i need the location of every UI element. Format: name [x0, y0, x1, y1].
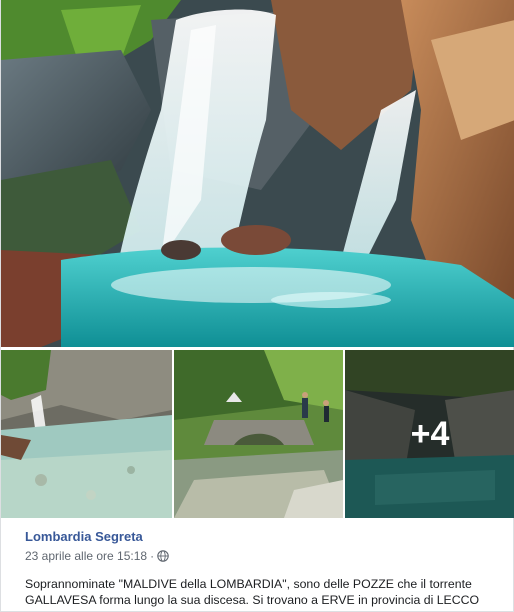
thumbnail-photo-2[interactable] [174, 350, 343, 518]
waterfall-photo [1, 0, 514, 347]
post-timestamp[interactable]: 23 aprile alle ore 15:18 [25, 549, 147, 563]
page-name-link[interactable]: Lombardia Segreta [25, 529, 143, 544]
globe-icon[interactable] [157, 550, 169, 562]
thumbnail-photo-1[interactable] [1, 350, 172, 518]
meta-separator: · [150, 549, 155, 563]
main-photo[interactable] [1, 0, 514, 347]
more-photos-overlay[interactable]: +4 [345, 350, 514, 518]
photo-grid: +4 [1, 0, 514, 518]
post-text: Soprannominate "MALDIVE della LOMBARDIA"… [25, 577, 480, 607]
post-header: Lombardia Segreta 23 aprile alle ore 15:… [25, 528, 495, 563]
bridge-photo [174, 350, 343, 518]
post-card: +4 Lombardia Segreta 23 aprile alle ore … [0, 0, 514, 612]
thumbnail-photo-more[interactable]: +4 [345, 350, 514, 518]
post-meta: 23 aprile alle ore 15:18 · [25, 549, 495, 563]
pool-photo [1, 350, 172, 518]
